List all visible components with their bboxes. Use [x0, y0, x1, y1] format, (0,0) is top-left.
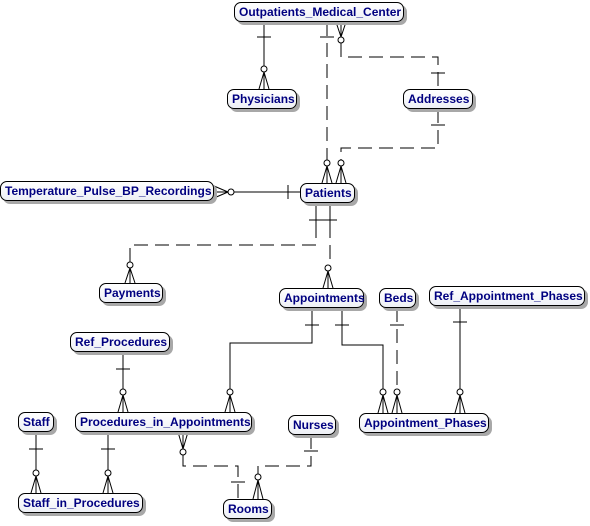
zero-marker — [393, 388, 401, 396]
zero-marker — [226, 388, 234, 396]
relationship-line — [341, 308, 384, 390]
many-marker — [124, 267, 136, 284]
many-marker — [335, 21, 347, 38]
zero-marker — [337, 36, 345, 44]
many-marker — [335, 165, 347, 184]
relationship-line — [340, 43, 439, 89]
entity-rooms[interactable]: Rooms — [223, 499, 272, 519]
many-marker — [30, 475, 42, 494]
relationship-line — [229, 308, 313, 390]
zero-marker — [104, 469, 112, 477]
relationship-line — [182, 455, 239, 499]
zero-marker — [126, 261, 134, 269]
many-marker — [322, 270, 334, 289]
relationship-line — [129, 203, 317, 262]
relationship-line — [213, 185, 229, 199]
entity-nurses[interactable]: Nurses — [288, 415, 336, 435]
entity-patients[interactable]: Patients — [300, 183, 355, 203]
zero-marker — [254, 473, 262, 481]
entity-physicians[interactable]: Physicians — [227, 89, 297, 109]
many-marker — [117, 394, 129, 413]
zero-marker — [324, 264, 332, 272]
many-marker — [454, 394, 466, 414]
entity-procedures-in-appointments[interactable]: Procedures_in_Appointments — [75, 412, 252, 432]
zero-marker — [323, 159, 331, 167]
relationship-lines — [29, 21, 467, 500]
entity-appointment-phases[interactable]: Appointment_Phases — [359, 413, 489, 433]
zero-marker — [119, 388, 127, 396]
many-marker — [224, 394, 236, 413]
entity-temperature-pulse-bp-recordings[interactable]: Temperature_Pulse_BP_Recordings — [0, 181, 214, 201]
entity-ref-appointment-phases[interactable]: Ref_Appointment_Phases — [429, 286, 585, 306]
many-marker — [377, 394, 389, 414]
entity-addresses[interactable]: Addresses — [403, 89, 473, 109]
entity-staff[interactable]: Staff — [18, 412, 54, 432]
relationship-line — [340, 109, 439, 160]
many-marker — [252, 479, 264, 500]
zero-marker — [337, 159, 345, 167]
zero-marker — [260, 65, 268, 73]
entity-outpatients-medical-center[interactable]: Outpatients_Medical_Center — [234, 2, 404, 22]
zero-marker — [379, 388, 387, 396]
many-marker — [321, 165, 333, 184]
entity-staff-in-procedures[interactable]: Staff_in_Procedures — [18, 493, 143, 513]
entity-beds[interactable]: Beds — [379, 288, 416, 308]
many-marker — [391, 394, 403, 414]
relationship-line — [257, 435, 312, 474]
entity-payments[interactable]: Payments — [99, 283, 163, 303]
many-marker — [102, 475, 114, 494]
zero-marker — [456, 388, 464, 396]
zero-marker — [32, 469, 40, 477]
entity-ref-procedures[interactable]: Ref_Procedures — [70, 332, 170, 352]
zero-marker — [227, 188, 235, 196]
many-marker — [258, 71, 270, 90]
many-marker — [177, 431, 189, 450]
zero-marker — [179, 448, 187, 456]
entity-appointments[interactable]: Appointments — [279, 288, 365, 308]
